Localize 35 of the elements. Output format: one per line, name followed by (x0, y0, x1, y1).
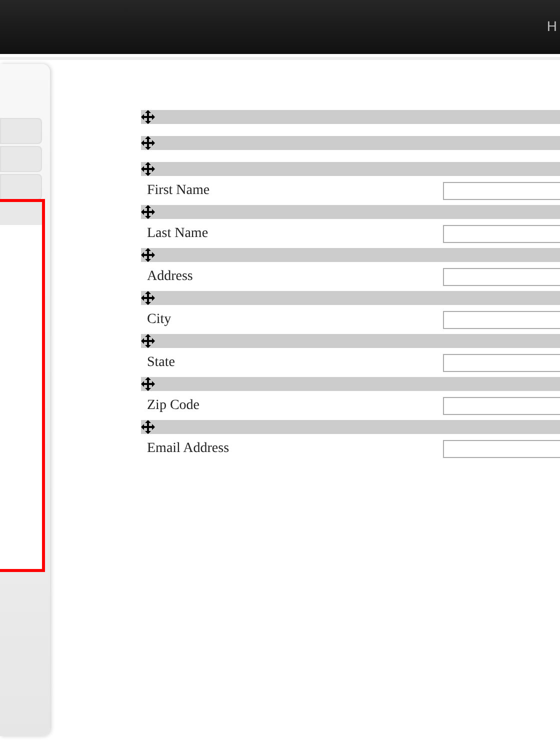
field-label: City (147, 311, 172, 329)
drag-handle-bar[interactable] (141, 334, 560, 348)
field-label: Zip Code (147, 397, 200, 415)
field-label: State (147, 354, 175, 372)
nav-link[interactable]: H (546, 16, 557, 36)
input-field[interactable] (443, 310, 560, 328)
field-label: Email Address (147, 440, 230, 458)
move-icon[interactable] (141, 110, 155, 124)
drag-handle-bar[interactable] (141, 248, 560, 262)
input-field[interactable] (443, 354, 560, 372)
sidebar-button[interactable] (0, 174, 42, 200)
input-field[interactable] (443, 396, 560, 414)
move-icon[interactable] (141, 248, 155, 262)
list-header (0, 202, 42, 225)
drag-handle-bar[interactable] (141, 377, 560, 391)
move-icon[interactable] (141, 334, 155, 348)
move-icon[interactable] (141, 162, 155, 176)
drag-handle-bar[interactable] (141, 420, 560, 434)
move-icon[interactable] (141, 205, 155, 219)
input-field[interactable] (443, 268, 560, 286)
drag-handle-bar[interactable] (141, 291, 560, 305)
input-field[interactable] (443, 224, 560, 242)
input-field[interactable] (443, 440, 560, 458)
move-icon[interactable] (141, 420, 155, 434)
drag-handle-bar[interactable] (141, 136, 560, 150)
move-icon[interactable] (141, 136, 155, 150)
field-label: Address (147, 268, 193, 286)
move-icon[interactable] (141, 291, 155, 305)
drag-handle-bar[interactable] (141, 110, 560, 124)
drag-handle-bar[interactable] (141, 205, 560, 219)
field-label: First Name (147, 182, 210, 200)
move-icon[interactable] (141, 377, 155, 391)
input-field[interactable] (443, 182, 560, 200)
drag-handle-bar[interactable] (141, 162, 560, 176)
field-label: Last Name (147, 225, 208, 243)
